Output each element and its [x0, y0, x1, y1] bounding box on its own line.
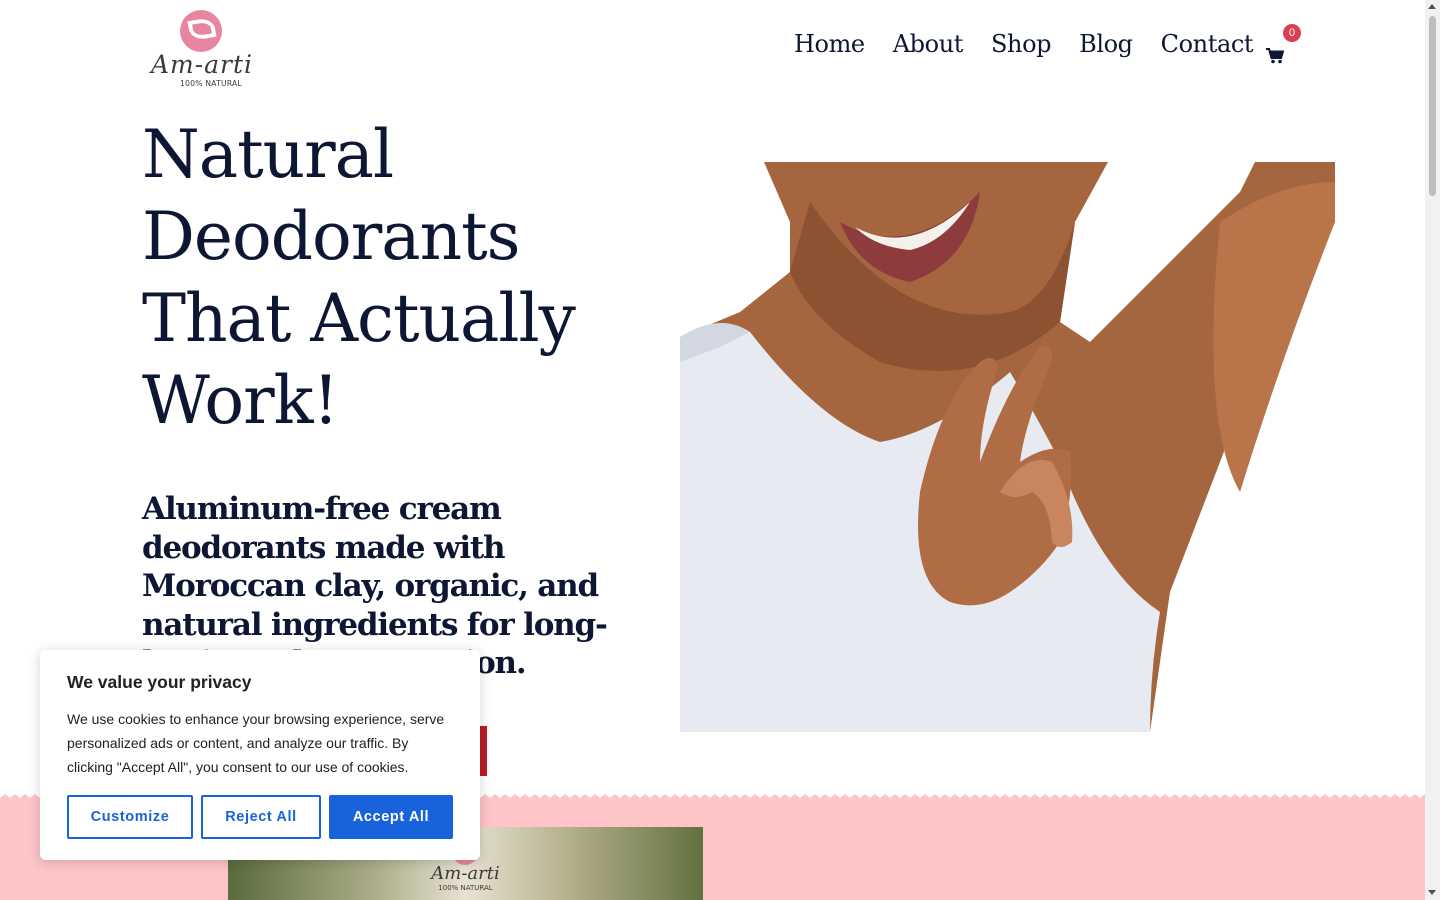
scrollbar-thumb[interactable] — [1429, 16, 1436, 196]
shopping-cart-icon — [1266, 48, 1284, 64]
hero-image — [680, 162, 1335, 732]
cart-count-badge: 0 — [1283, 24, 1301, 42]
product-logo-tagline: 100% NATURAL — [438, 884, 493, 892]
nav-shop[interactable]: Shop — [991, 30, 1052, 58]
nav-about[interactable]: About — [893, 30, 964, 58]
cart-button[interactable]: 0 — [1262, 24, 1301, 74]
cookie-description: We use cookies to enhance your browsing … — [67, 711, 445, 775]
main-nav: Home About Shop Blog Contact — [794, 30, 1254, 58]
page-scrollbar[interactable] — [1425, 0, 1440, 900]
nav-blog[interactable]: Blog — [1079, 30, 1133, 58]
product-logo-name: Am-arti — [431, 863, 500, 884]
site-header: Am-arti 100% NATURAL Home About Shop Blo… — [0, 0, 1425, 100]
logo-name: Am-arti — [150, 50, 254, 79]
scroll-up-arrow-icon[interactable] — [1428, 4, 1436, 9]
site-logo[interactable]: Am-arti 100% NATURAL — [142, 10, 262, 90]
accept-all-button[interactable]: Accept All — [329, 795, 453, 839]
nav-contact[interactable]: Contact — [1161, 30, 1254, 58]
woman-photo-illustration — [680, 162, 1335, 732]
hero-title: Natural Deodorants That Actually Work! — [142, 116, 576, 439]
nav-home[interactable]: Home — [794, 30, 865, 58]
leaf-logo-icon — [180, 10, 222, 52]
logo-tagline: 100% NATURAL — [180, 79, 242, 88]
cookie-title: We value your privacy — [67, 672, 252, 692]
scroll-down-arrow-icon[interactable] — [1428, 890, 1436, 895]
reject-all-button[interactable]: Reject All — [201, 795, 321, 839]
customize-button[interactable]: Customize — [67, 795, 193, 839]
cookie-consent-banner: We value your privacy We use cookies to … — [40, 650, 480, 860]
